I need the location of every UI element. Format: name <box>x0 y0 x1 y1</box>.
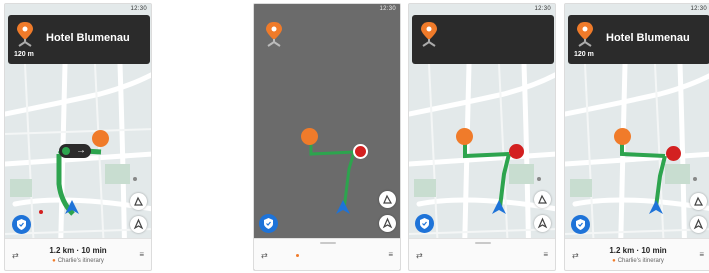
shield-icon <box>17 219 26 230</box>
route-options-button[interactable] <box>534 191 551 208</box>
location-pin-icon <box>17 22 33 47</box>
status-bar-time: 12:30 <box>130 6 147 12</box>
itinerary-label: Charlie's itinerary <box>617 258 664 264</box>
north-arrow-icon <box>537 217 548 229</box>
route-options-icon <box>383 194 393 204</box>
trip-summary-sheet[interactable]: ⇄ ≡ <box>254 238 400 270</box>
arrow-right-icon: → <box>76 145 86 156</box>
north-arrow-button[interactable] <box>130 216 147 233</box>
destination-name: Hotel Blumenau <box>46 32 130 44</box>
navigation-header <box>412 15 554 64</box>
shield-icon <box>264 218 273 229</box>
destination-marker-icon[interactable] <box>614 128 631 145</box>
trip-summary-sheet[interactable]: ⇄ 1.2 km · 10 min ● Charlie's itinerary ≡ <box>565 238 709 270</box>
navigation-arrow-icon <box>336 200 350 214</box>
destination-name: Hotel Blumenau <box>606 32 690 44</box>
menu-icon[interactable]: ≡ <box>139 250 144 259</box>
location-pin-icon <box>577 22 593 47</box>
location-pin-icon <box>421 22 437 47</box>
safety-button[interactable] <box>415 214 434 233</box>
status-bar-time: 12:30 <box>534 6 551 12</box>
north-arrow-button[interactable] <box>379 215 396 232</box>
safety-button[interactable] <box>571 215 590 234</box>
menu-icon[interactable]: ≡ <box>543 250 548 259</box>
green-light-icon <box>62 147 70 155</box>
navigation-header: 120 m Hotel Blumenau <box>8 15 150 64</box>
route-options-button[interactable] <box>379 191 396 208</box>
navigation-arrow-icon <box>65 200 79 214</box>
screen-3: 12:30 ⇄ ≡ <box>408 3 556 271</box>
itinerary-label: Charlie's itinerary <box>57 258 104 264</box>
north-arrow-icon <box>133 218 144 230</box>
safety-button[interactable] <box>12 215 31 234</box>
north-arrow-icon <box>693 218 704 230</box>
filter-icon[interactable]: ⇄ <box>416 251 423 260</box>
sheet-handle[interactable] <box>475 242 491 244</box>
screen-2: 12:30 ⇄ ≡ <box>253 3 401 271</box>
status-bar-time: 12:30 <box>379 6 396 12</box>
trip-summary-sheet[interactable]: ⇄ ≡ <box>409 238 555 270</box>
menu-icon[interactable]: ≡ <box>699 250 704 259</box>
destination-marker-icon[interactable] <box>456 128 473 145</box>
route-options-icon <box>134 196 144 206</box>
itinerary-name: ● Charlie's itinerary <box>565 258 709 264</box>
route-options-button[interactable] <box>690 193 707 210</box>
safety-button[interactable] <box>259 214 278 233</box>
trip-summary: 1.2 km · 10 min <box>609 246 667 255</box>
filter-icon[interactable]: ⇄ <box>261 251 268 260</box>
stop-marker-icon[interactable] <box>509 144 524 159</box>
north-arrow-button[interactable] <box>690 216 707 233</box>
distance-to-destination: 120 m <box>574 51 594 58</box>
shield-icon <box>420 218 429 229</box>
route-options-button[interactable] <box>130 193 147 210</box>
status-bar-time: 12:30 <box>690 6 707 12</box>
sheet-handle[interactable] <box>320 242 336 244</box>
route-options-icon <box>694 196 704 206</box>
north-arrow-button[interactable] <box>534 215 551 232</box>
destination-marker-icon[interactable] <box>92 130 109 147</box>
itinerary-dot-icon: ● <box>612 258 616 264</box>
screen-1: 12:30 120 m Hotel Blumenau → ⇄ 1.2 km · … <box>4 3 152 271</box>
location-pin-icon <box>266 22 282 47</box>
distance-to-destination: 120 m <box>14 51 34 58</box>
navigation-arrow-icon <box>492 200 506 214</box>
screen-4: 12:30 120 m Hotel Blumenau ⇄ 1.2 km · 10… <box>564 3 709 271</box>
north-arrow-icon <box>382 217 393 229</box>
shield-icon <box>576 219 585 230</box>
navigation-arrow-icon <box>649 200 663 214</box>
trip-summary-sheet[interactable]: ⇄ 1.2 km · 10 min ● Charlie's itinerary ≡ <box>5 238 151 270</box>
turn-indicator: → <box>59 144 91 158</box>
destination-marker-icon[interactable] <box>301 128 318 145</box>
itinerary-dot-icon: ● <box>52 258 56 264</box>
itinerary-name: ● Charlie's itinerary <box>5 258 151 264</box>
route-options-icon <box>538 194 548 204</box>
navigation-header: 120 m Hotel Blumenau <box>568 15 709 64</box>
stop-marker-icon[interactable] <box>353 144 368 159</box>
trip-summary: 1.2 km · 10 min <box>49 246 107 255</box>
stop-marker-icon[interactable] <box>666 146 681 161</box>
navigation-header <box>257 15 299 57</box>
loading-dot-icon <box>296 254 299 257</box>
menu-icon[interactable]: ≡ <box>388 250 393 259</box>
